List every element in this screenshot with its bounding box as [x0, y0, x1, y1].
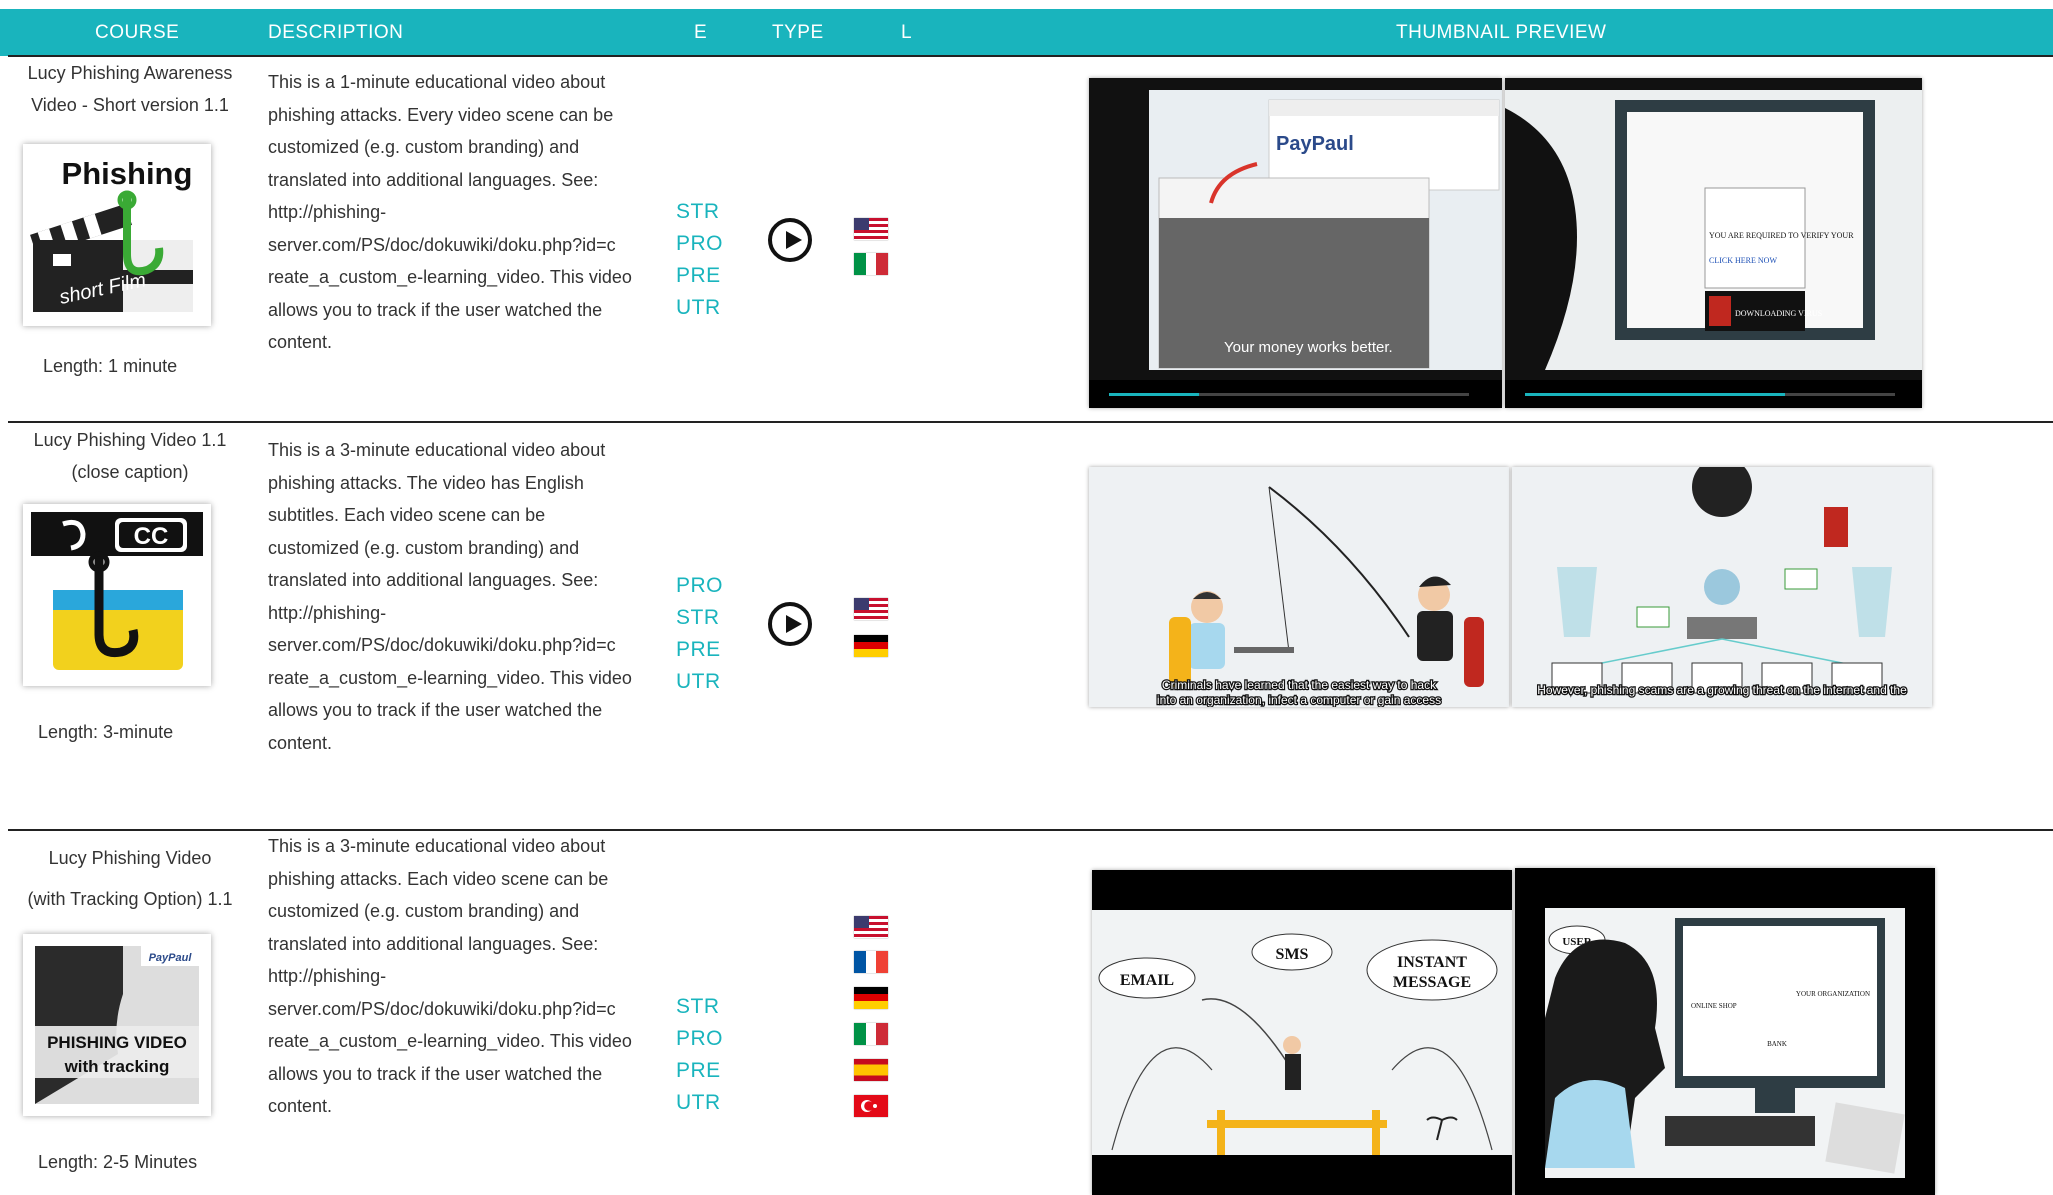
flag-de-icon[interactable]: [854, 635, 888, 657]
phishing-network-scene: However, phishing scams are a growing th…: [1536, 467, 1908, 698]
video-preview[interactable]: However, phishing scams are a growing th…: [1512, 467, 1932, 707]
svg-text:ONLINE SHOP: ONLINE SHOP: [1691, 1002, 1737, 1010]
course-types: STR PRO PRE UTR: [676, 196, 723, 324]
svg-text:PayPaul: PayPaul: [1276, 133, 1354, 155]
svg-text:YOUR ORGANIZATION: YOUR ORGANIZATION: [1796, 990, 1870, 998]
type-label: STR: [676, 995, 720, 1018]
type-label: UTR: [676, 670, 721, 693]
type-label: PRO: [676, 232, 724, 255]
video-preview[interactable]: PayPaul Your money works better.: [1089, 78, 1502, 408]
flag-us-icon[interactable]: [854, 598, 888, 620]
type-label: PRE: [676, 264, 721, 287]
play-icon[interactable]: [768, 602, 812, 646]
user-monitor-scene: USER ONLINE SHOP YOUR ORGANIZATION BANK: [1545, 908, 1905, 1178]
virus-download-scene: YOU ARE REQUIRED TO VERIFY YOUR CLICK HE…: [1505, 90, 1922, 408]
course-types: STR PRO PRE UTR: [676, 991, 723, 1119]
flag-it-icon[interactable]: [854, 253, 888, 275]
course-types: PRO STR PRE UTR: [676, 570, 723, 698]
svg-text:CLICK HERE NOW: CLICK HERE NOW: [1709, 256, 1777, 265]
course-row: Lucy Phishing Video (with Tracking Optio…: [0, 830, 2053, 1195]
svg-text:with tracking: with tracking: [64, 1057, 170, 1076]
flag-fr-icon[interactable]: [854, 951, 888, 973]
svg-text:Phishing: Phishing: [62, 156, 193, 191]
paypaul-scene: PayPaul Your money works better.: [1089, 90, 1502, 408]
course-title[interactable]: Lucy Phishing Video 1.1 (close caption): [20, 424, 240, 488]
video-preview[interactable]: EMAIL SMS INSTANT MESSAGE: [1092, 870, 1512, 1195]
fishermen-channels-scene: EMAIL SMS INSTANT MESSAGE: [1092, 910, 1512, 1155]
type-label: PRE: [676, 1059, 721, 1082]
svg-text:YOU ARE REQUIRED TO VERIFY YOU: YOU ARE REQUIRED TO VERIFY YOUR: [1709, 231, 1854, 240]
course-description: This is a 3-minute educational video abo…: [268, 440, 632, 753]
course-description: This is a 3-minute educational video abo…: [268, 836, 632, 1116]
flag-tr-icon[interactable]: [854, 1095, 888, 1117]
video-preview[interactable]: YOU ARE REQUIRED TO VERIFY YOUR CLICK HE…: [1505, 78, 1922, 408]
course-thumbnail[interactable]: PayPaul PHISHING VIDEO with tracking: [23, 934, 211, 1116]
svg-text:However, phishing scams are a: However, phishing scams are a growing th…: [1537, 683, 1907, 697]
flag-de-icon[interactable]: [854, 987, 888, 1009]
type-label: PRO: [676, 1027, 724, 1050]
svg-text:CC: CC: [134, 523, 169, 550]
course-length: Length: 2-5 Minutes: [38, 1152, 198, 1172]
course-thumbnail[interactable]: CC: [23, 504, 211, 686]
svg-text:into an organization, infect a: into an organization, infect a computer …: [1157, 693, 1441, 707]
type-label: PRO: [676, 574, 724, 597]
course-row: Lucy Phishing Awareness Video - Short ve…: [0, 0, 2053, 420]
svg-text:EMAIL: EMAIL: [1120, 972, 1174, 989]
video-preview[interactable]: USER ONLINE SHOP YOUR ORGANIZATION BANK: [1515, 868, 1935, 1195]
type-label: UTR: [676, 296, 721, 319]
course-title[interactable]: Lucy Phishing Video (with Tracking Optio…: [20, 838, 240, 920]
flag-es-icon[interactable]: [854, 1059, 888, 1081]
svg-text:INSTANT: INSTANT: [1397, 954, 1467, 971]
closed-caption-hook-icon: CC: [31, 512, 203, 670]
fishing-hacker-scene: Criminals have learned that the easiest …: [1156, 486, 1484, 707]
svg-text:Criminals have learned that th: Criminals have learned that the easiest …: [1162, 678, 1437, 692]
svg-text:DOWNLOADING VIRUS: DOWNLOADING VIRUS: [1735, 309, 1822, 318]
flag-us-icon[interactable]: [854, 916, 888, 938]
flag-us-icon[interactable]: [854, 218, 888, 240]
svg-text:BANK: BANK: [1767, 1040, 1787, 1048]
type-label: STR: [676, 200, 720, 223]
video-preview[interactable]: Criminals have learned that the easiest …: [1089, 467, 1509, 707]
svg-text:PayPaul: PayPaul: [149, 952, 193, 964]
course-title[interactable]: Lucy Phishing Awareness Video - Short ve…: [20, 57, 240, 121]
type-label: STR: [676, 606, 720, 629]
svg-text:Your money works better.: Your money works better.: [1224, 339, 1393, 356]
course-row: Lucy Phishing Video 1.1 (close caption) …: [0, 422, 2053, 828]
svg-text:SMS: SMS: [1276, 946, 1309, 963]
flag-it-icon[interactable]: [854, 1023, 888, 1045]
course-thumbnail[interactable]: Phishing short Film: [23, 144, 211, 326]
type-label: PRE: [676, 638, 721, 661]
play-icon[interactable]: [768, 218, 812, 262]
svg-text:PHISHING VIDEO: PHISHING VIDEO: [47, 1033, 187, 1052]
phishing-clapper-icon: Phishing short Film: [30, 156, 193, 312]
course-description: This is a 1-minute educational video abo…: [268, 72, 632, 352]
course-length: Length: 1 minute: [43, 356, 178, 376]
phishing-video-tracking-icon: PayPaul PHISHING VIDEO with tracking: [35, 946, 199, 1104]
svg-text:MESSAGE: MESSAGE: [1393, 974, 1471, 991]
course-length: Length: 3-minute: [38, 722, 174, 742]
type-label: UTR: [676, 1091, 721, 1114]
